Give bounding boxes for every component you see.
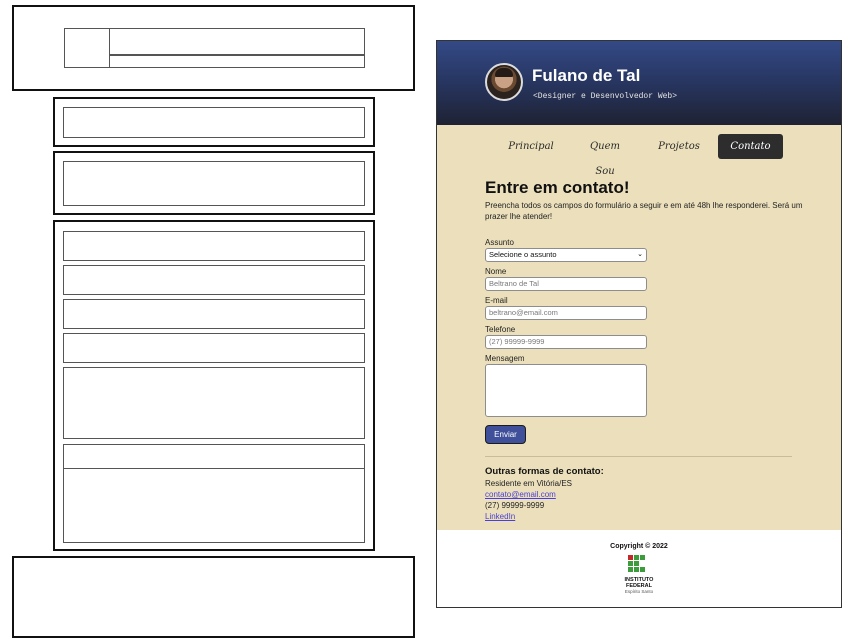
phone-label: Telefone: [485, 325, 516, 334]
nav-principal[interactable]: Principal: [505, 134, 557, 159]
section-divider: [485, 456, 792, 457]
message-label: Mensagem: [485, 354, 525, 363]
email-link[interactable]: contato@email.com: [485, 490, 556, 499]
wireframe-contacts-placeholder: [63, 468, 365, 543]
wireframe-avatar-placeholder: [64, 28, 110, 68]
wireframe-subtitle-placeholder: [109, 55, 365, 68]
site-tagline: <Designer e Desenvolvedor Web>: [533, 92, 678, 101]
phone-text: (27) 99999-9999: [485, 501, 545, 510]
nav-projetos[interactable]: Projetos: [653, 134, 705, 159]
contact-form-title: Entre em contato!: [485, 178, 630, 197]
wireframe-title-placeholder: [109, 28, 365, 55]
wireframe-header-block: [12, 5, 415, 91]
linkedin-link[interactable]: LinkedIn: [485, 512, 515, 521]
nav-contato[interactable]: Contato: [718, 134, 783, 159]
subject-select-value: Selecione o assunto: [489, 250, 557, 259]
residence-text: Residente em Vitória/ES: [485, 479, 573, 488]
wireframe-form-block: [53, 220, 375, 551]
subject-select[interactable]: Selecione o assunto ⌄: [485, 248, 647, 262]
chevron-down-icon: ⌄: [637, 251, 643, 258]
wireframe-button-placeholder: [63, 444, 365, 469]
nav-quem-sou[interactable]: Quem Sou: [579, 134, 631, 177]
wireframe-field-placeholder: [63, 299, 365, 329]
website-preview: Fulano de Tal <Designer e Desenvolvedor …: [436, 40, 842, 608]
wireframe-intro-block: [53, 151, 375, 215]
phone-input[interactable]: (27) 99999-9999: [485, 335, 647, 349]
name-label: Nome: [485, 267, 507, 276]
contact-form-intro: Preencha todos os campos do formulário a…: [485, 201, 803, 221]
wireframe-field-placeholder: [63, 265, 365, 295]
wireframe-nav-placeholder: [63, 107, 365, 138]
email-input[interactable]: beltrano@email.com: [485, 306, 647, 320]
send-button[interactable]: Enviar: [485, 425, 526, 444]
institute-logo-icon: [628, 555, 648, 575]
institute-name-line3: Espírito Santo: [624, 589, 654, 594]
wireframe-intro-placeholder: [63, 161, 365, 206]
wireframe-textarea-placeholder: [63, 367, 365, 439]
wireframe-nav-block: [53, 97, 375, 147]
name-input[interactable]: Beltrano de Tal: [485, 277, 647, 291]
message-textarea[interactable]: [485, 364, 647, 417]
copyright-text: Copyright © 2022: [610, 543, 668, 550]
wireframe-footer-block: [12, 556, 415, 638]
site-footer: Copyright © 2022 INSTITUTO FEDERAL Espír…: [437, 530, 841, 607]
email-label: E-mail: [485, 296, 508, 305]
other-contacts-title: Outras formas de contato:: [485, 466, 604, 477]
wireframe-field-placeholder: [63, 231, 365, 261]
wireframe-field-placeholder: [63, 333, 365, 363]
subject-label: Assunto: [485, 238, 514, 247]
site-owner-name: Fulano de Tal: [532, 66, 641, 85]
site-header: Fulano de Tal <Designer e Desenvolvedor …: [437, 41, 841, 125]
profile-avatar: [485, 63, 523, 101]
